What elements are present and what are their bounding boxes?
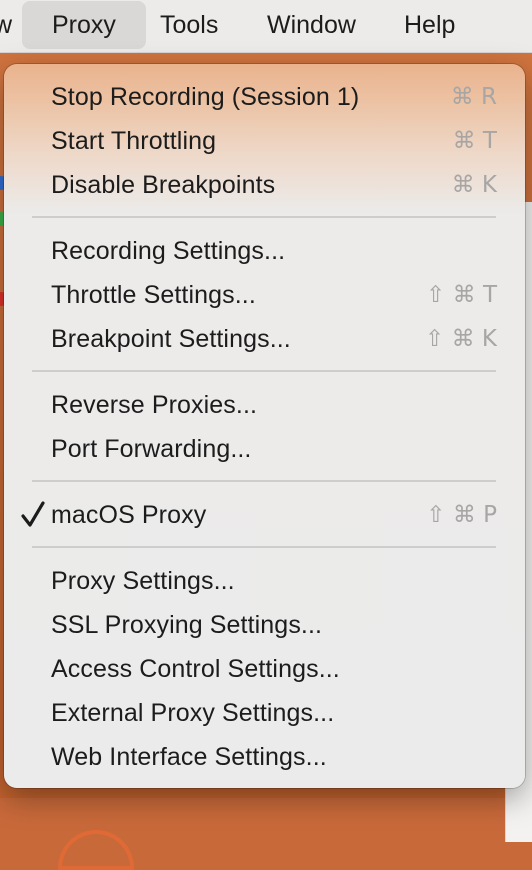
menubar-item-window[interactable]: Window <box>267 0 356 52</box>
menu-item-shortcut: ⌘ T <box>452 128 497 154</box>
menu-item-ssl-proxying-settings[interactable]: SSL Proxying Settings... <box>4 603 525 647</box>
menu-item-shortcut: ⌘ K <box>451 172 497 198</box>
menu-item-label: Reverse Proxies... <box>51 391 258 419</box>
menubar-item-proxy[interactable]: Proxy <box>22 1 146 49</box>
menu-separator <box>32 546 496 548</box>
menu-item-external-proxy-settings[interactable]: External Proxy Settings... <box>4 691 525 735</box>
menu-item-macos-proxy[interactable]: macOS Proxy ⇧ ⌘ P <box>4 493 525 537</box>
menu-separator <box>32 480 496 482</box>
menu-item-breakpoint-settings[interactable]: Breakpoint Settings... ⇧ ⌘ K <box>4 317 525 361</box>
menubar-item-tools[interactable]: Tools <box>160 0 218 52</box>
menu-item-recording-settings[interactable]: Recording Settings... <box>4 229 525 273</box>
menubar-item-help[interactable]: Help <box>404 0 455 52</box>
menu-item-proxy-settings[interactable]: Proxy Settings... <box>4 559 525 603</box>
menu-item-reverse-proxies[interactable]: Reverse Proxies... <box>4 383 525 427</box>
menu-item-shortcut: ⌘ R <box>450 84 497 110</box>
menu-item-label: SSL Proxying Settings... <box>51 611 323 639</box>
menu-item-label: Proxy Settings... <box>51 567 235 595</box>
menu-item-label: Breakpoint Settings... <box>51 325 291 353</box>
menubar-item-view[interactable]: w <box>0 0 12 52</box>
menu-item-label: External Proxy Settings... <box>51 699 335 727</box>
background-app-logo <box>58 830 134 870</box>
proxy-menu: Stop Recording (Session 1) ⌘ R Start Thr… <box>4 64 525 788</box>
menu-item-throttle-settings[interactable]: Throttle Settings... ⇧ ⌘ T <box>4 273 525 317</box>
menu-item-label: Stop Recording (Session 1) <box>51 83 360 111</box>
menu-item-label: Access Control Settings... <box>51 655 340 683</box>
menu-item-shortcut: ⇧ ⌘ P <box>426 502 497 528</box>
menu-item-label: Port Forwarding... <box>51 435 252 463</box>
menu-separator <box>32 216 496 218</box>
menu-item-shortcut: ⇧ ⌘ T <box>426 282 497 308</box>
menu-item-label: Web Interface Settings... <box>51 743 327 771</box>
menu-item-label: Disable Breakpoints <box>51 171 276 199</box>
menu-item-label: Start Throttling <box>51 127 217 155</box>
checkmark-icon <box>21 493 45 537</box>
menu-separator <box>32 370 496 372</box>
menu-item-label: macOS Proxy <box>51 501 207 529</box>
menu-item-disable-breakpoints[interactable]: Disable Breakpoints ⌘ K <box>4 163 525 207</box>
menu-item-label: Recording Settings... <box>51 237 286 265</box>
menu-bar: w Proxy Tools Window Help <box>0 0 532 53</box>
menu-item-access-control-settings[interactable]: Access Control Settings... <box>4 647 525 691</box>
menu-item-stop-recording[interactable]: Stop Recording (Session 1) ⌘ R <box>4 75 525 119</box>
menu-item-label: Throttle Settings... <box>51 281 256 309</box>
menu-item-shortcut: ⇧ ⌘ K <box>425 326 497 352</box>
menu-item-port-forwarding[interactable]: Port Forwarding... <box>4 427 525 471</box>
menu-item-start-throttling[interactable]: Start Throttling ⌘ T <box>4 119 525 163</box>
menu-item-web-interface-settings[interactable]: Web Interface Settings... <box>4 735 525 779</box>
